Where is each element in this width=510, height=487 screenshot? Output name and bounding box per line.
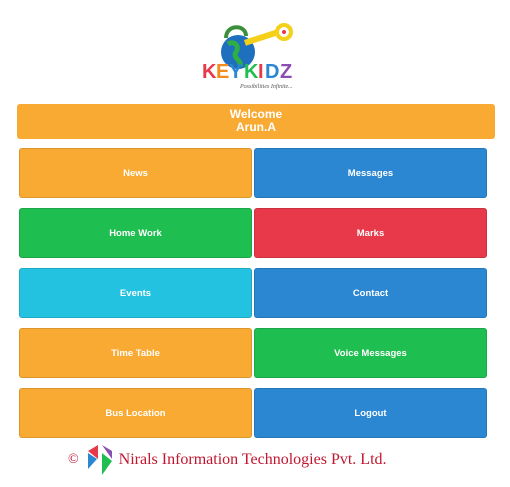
messages-button[interactable]: Messages — [254, 148, 487, 198]
nirals-logo-icon — [85, 443, 115, 477]
welcome-banner: Welcome Arun.A — [17, 104, 495, 139]
contact-button[interactable]: Contact — [254, 268, 487, 318]
bus-location-button[interactable]: Bus Location — [19, 388, 252, 438]
voice-messages-button-label: Voice Messages — [334, 347, 407, 359]
events-button[interactable]: Events — [19, 268, 252, 318]
bus-location-button-label: Bus Location — [105, 407, 166, 419]
svg-text:D: D — [265, 61, 279, 83]
time-table-button-label: Time Table — [111, 347, 160, 359]
events-button-label: Events — [119, 287, 152, 299]
svg-text:K: K — [244, 61, 259, 83]
messages-button-label: Messages — [347, 167, 394, 179]
time-table-button[interactable]: Time Table — [19, 328, 252, 378]
contact-button-label: Contact — [352, 287, 389, 299]
svg-text:I: I — [258, 61, 264, 83]
marks-button[interactable]: Marks — [254, 208, 487, 258]
home-work-button[interactable]: Home Work — [19, 208, 252, 258]
svg-text:Possibilities Infinite...: Possibilities Infinite... — [239, 83, 293, 90]
svg-text:Z: Z — [280, 61, 292, 83]
welcome-user-name: Arun.A — [236, 120, 276, 134]
copyright-symbol: © — [68, 452, 79, 467]
footer-company-credit: © Nirals Information Technologies Pvt. L… — [68, 443, 428, 477]
keykidz-logo-graphic: K E Y K I D Z Possibilities Infinite... — [202, 23, 293, 90]
home-work-button-label: Home Work — [109, 227, 162, 239]
keykidz-logo: K E Y K I D Z Possibilities Infinite... — [196, 16, 308, 92]
svg-text:K: K — [202, 61, 217, 83]
voice-messages-button[interactable]: Voice Messages — [254, 328, 487, 378]
news-button-label: News — [123, 167, 148, 179]
logout-button-label: Logout — [354, 407, 387, 419]
svg-text:Y: Y — [229, 61, 243, 83]
marks-button-label: Marks — [356, 227, 385, 239]
company-name: Nirals Information Technologies Pvt. Ltd… — [118, 451, 387, 468]
logout-button[interactable]: Logout — [254, 388, 487, 438]
svg-text:E: E — [216, 61, 229, 83]
news-button[interactable]: News — [19, 148, 252, 198]
